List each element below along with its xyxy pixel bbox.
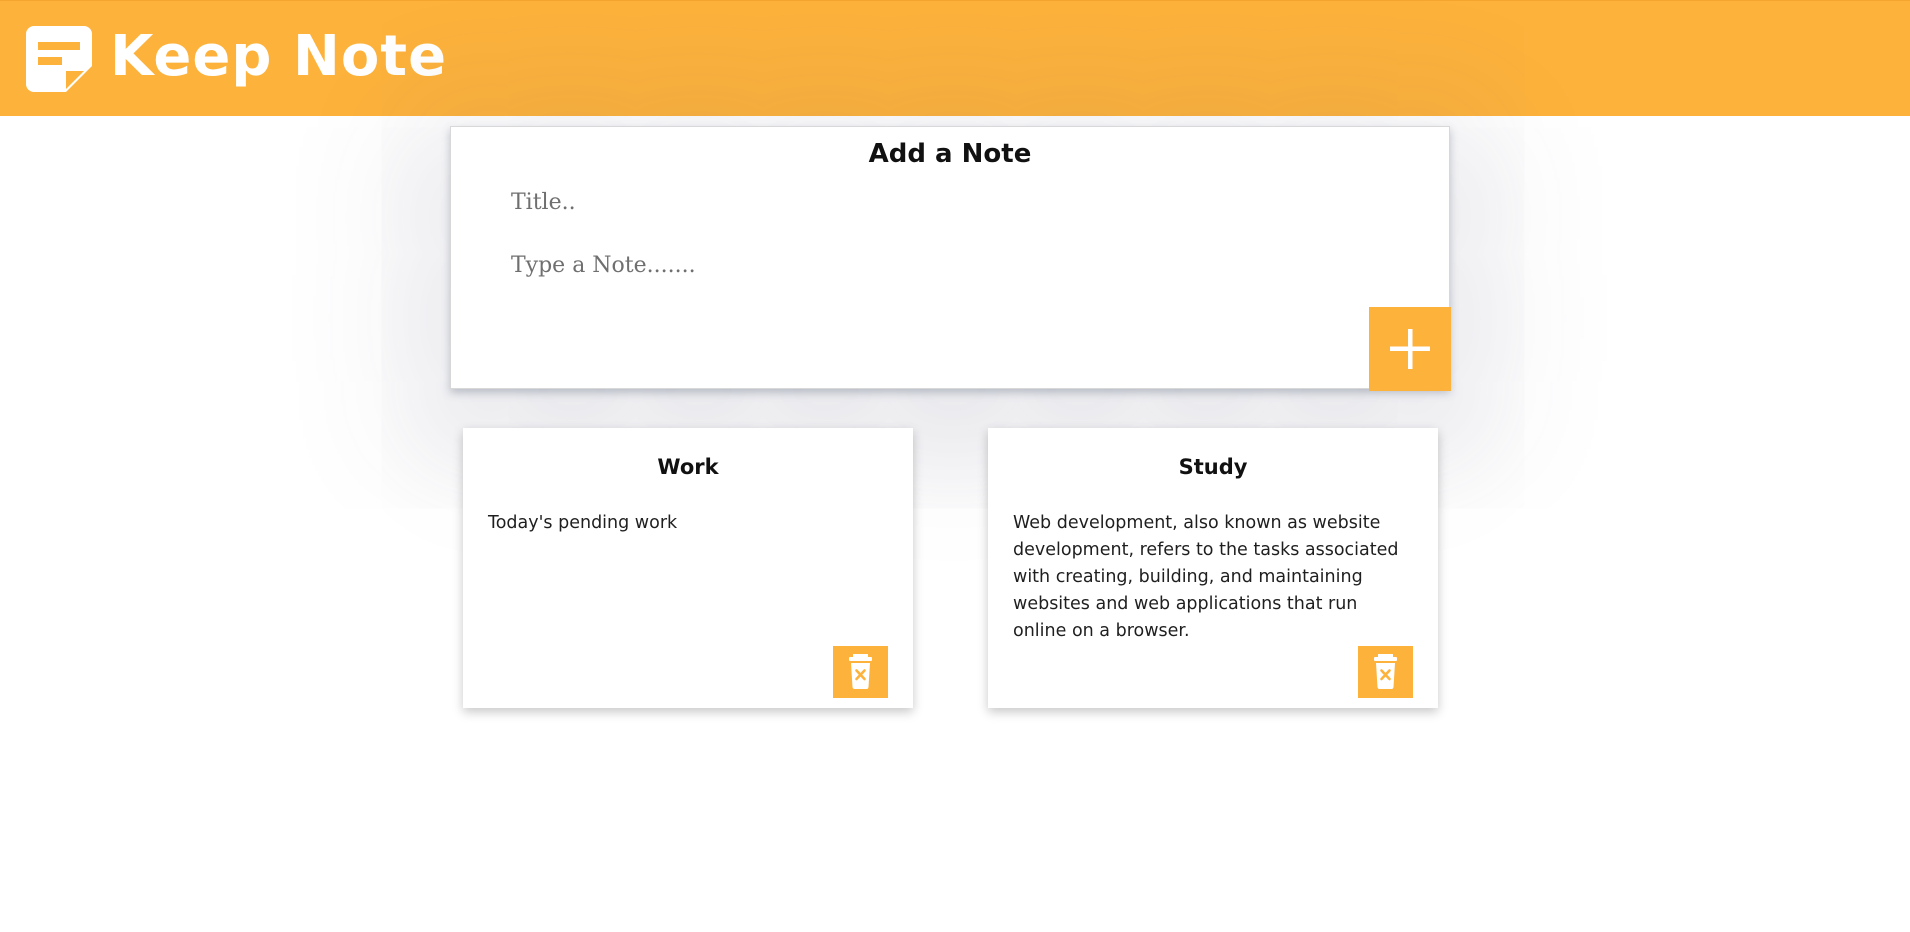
note-title-input[interactable]: [511, 185, 1371, 219]
note-content-input[interactable]: [511, 249, 1371, 319]
note-title: Study: [1178, 455, 1248, 479]
note-content: Today's pending work: [488, 513, 678, 533]
plus-icon: [1369, 307, 1451, 391]
delete-note-button[interactable]: [833, 646, 888, 698]
app-header: Keep Note: [0, 0, 1910, 116]
note-card: Study Web development, also known as web…: [988, 428, 1438, 708]
app-title: Keep Note: [110, 24, 448, 89]
delete-note-button[interactable]: [1358, 646, 1413, 698]
note-content: Web development, also known as website d…: [1013, 513, 1399, 641]
note-title: Work: [657, 455, 719, 479]
sticky-note-icon: [26, 26, 92, 92]
add-note-button[interactable]: [1369, 307, 1451, 391]
trash-icon: [833, 646, 888, 698]
trash-icon: [1358, 646, 1413, 698]
note-card: Work Today's pending work: [463, 428, 913, 708]
add-note-heading: Add a Note: [868, 139, 1032, 169]
add-note-form: Add a Note: [450, 126, 1451, 391]
